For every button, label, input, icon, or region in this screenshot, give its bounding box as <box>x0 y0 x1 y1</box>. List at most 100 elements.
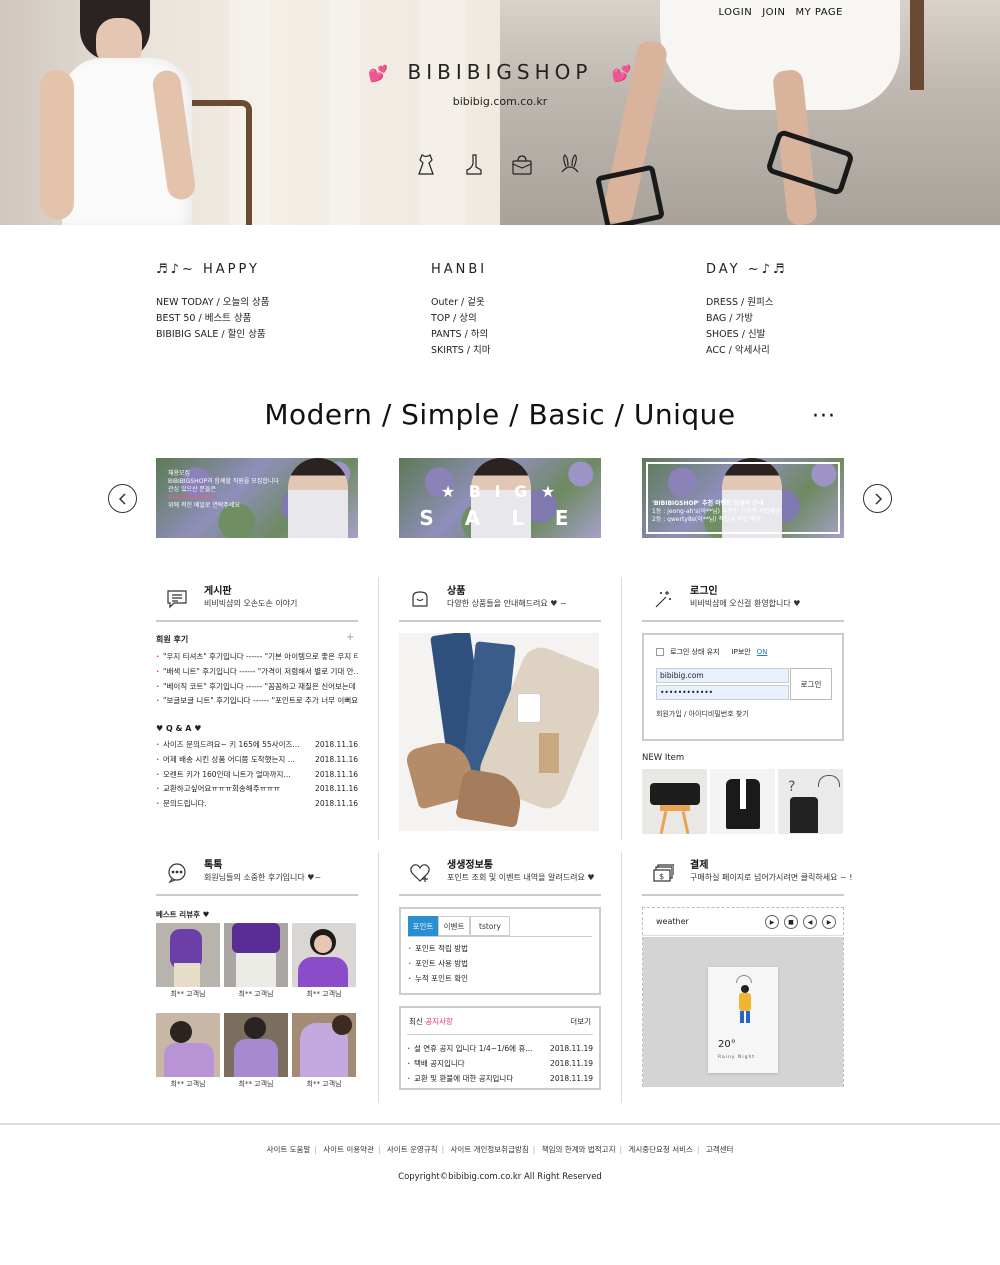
id-input[interactable]: bibibig.com <box>656 668 789 683</box>
payment-panel-header[interactable]: $ 결제 구매하실 페이지로 넘어가시려면 클릭하세요 ~ ! <box>642 852 852 898</box>
footer-link-takedown[interactable]: 게시중단요청 서비스 <box>628 1145 692 1154</box>
stop-icon[interactable]: ■ <box>784 915 798 929</box>
hero-category-icons <box>413 152 583 178</box>
notice-list: 설 연휴 공지 입니다 1/4~1/6에 휴...2018.11.19 택배 공… <box>407 1042 593 1087</box>
heel-shoe-icon[interactable] <box>461 152 487 178</box>
play-icon[interactable]: ▶ <box>765 915 779 929</box>
ip-security-label: IP보안 <box>731 648 751 656</box>
list-item[interactable]: 어제 배송 시킨 상품 어디쯤 도착했는지 ...2018.11.16 <box>156 752 358 768</box>
review-photo <box>156 1013 220 1077</box>
password-input[interactable]: •••••••••••• <box>656 685 789 700</box>
list-item[interactable]: 택배 공지입니다2018.11.19 <box>407 1056 593 1072</box>
join-link[interactable]: JOIN <box>762 7 785 18</box>
category-link-new-today[interactable]: NEW TODAY / 오늘의 상품 <box>156 295 356 311</box>
new-item-photo[interactable] <box>642 769 707 834</box>
mypage-link[interactable]: MY PAGE <box>795 7 843 18</box>
list-item[interactable]: "우지 티셔츠" 후기입니다 ------ "기본 아이템으로 좋은 우지 티셔… <box>156 650 358 665</box>
list-item[interactable]: "배색 니트" 후기입니다 ------ "가격이 저렴해서 별로 기대 안..… <box>156 665 358 680</box>
banner-next-button[interactable] <box>863 484 892 513</box>
divider <box>156 620 358 622</box>
banner-recruit[interactable]: 채용모집 BIBIBIGSHOP과 함께할 직원을 모집합니다 관심 있으신 분… <box>156 458 358 538</box>
banner-big-sale[interactable]: ★ B I G ★ S A L E <box>399 458 601 538</box>
hero-url: bibibig.com.co.kr <box>452 95 548 108</box>
list-item[interactable]: 오렌트 키가 160인데 니트가 얼마까지...2018.11.16 <box>156 767 358 783</box>
reviewer-name: 최** 고객님 <box>306 1080 342 1088</box>
category-link-top[interactable]: TOP / 상의 <box>431 311 631 327</box>
bag-icon[interactable] <box>509 152 535 178</box>
footer-link-terms[interactable]: 사이트 이용약관 <box>323 1145 374 1154</box>
review-card[interactable]: 최** 고객님 <box>224 1013 288 1089</box>
category-link-dress[interactable]: DRESS / 원피스 <box>706 295 906 311</box>
banner-text: 'BIBIBIGSHOP' 추천 이벤트 당첨자 안내 <box>652 500 764 507</box>
review-card[interactable]: 최** 고객님 <box>292 923 356 999</box>
list-item[interactable]: 누적 포인트 확인 <box>408 972 592 987</box>
category-link-best50[interactable]: BEST 50 / 베스트 상품 <box>156 311 356 327</box>
new-item-photo[interactable]: ? <box>778 769 843 834</box>
login-link[interactable]: LOGIN <box>718 7 752 18</box>
list-item[interactable]: 포인트 사용 방법 <box>408 957 592 972</box>
divider <box>408 936 592 937</box>
category-link-skirts[interactable]: SKIRTS / 치마 <box>431 343 631 359</box>
list-item[interactable]: "보글보글 니트" 후기입니다 ------ "포인트로 추가 너무 이뻐요 ㅠ… <box>156 694 358 709</box>
list-item[interactable]: 교환하고싶어요ㅠㅠㅠ회송해주ㅠㅠㅠ2018.11.16 <box>156 782 358 798</box>
tab-points[interactable]: 포인트 <box>408 916 438 936</box>
category-link-shoes[interactable]: SHOES / 신발 <box>706 327 906 343</box>
category-link-bag[interactable]: BAG / 가방 <box>706 311 906 327</box>
banner-prev-button[interactable] <box>108 484 137 513</box>
chat-bubble-icon <box>168 863 186 884</box>
footer-link-legal[interactable]: 책임의 한계와 법적고지 <box>542 1145 616 1154</box>
list-item[interactable]: 문의드립니다.2018.11.16 <box>156 797 358 812</box>
divider <box>378 578 379 840</box>
prev-icon[interactable]: ◀ <box>803 915 817 929</box>
category-link-sale[interactable]: BIBIBIG SALE / 할인 상품 <box>156 327 356 343</box>
join-find-links[interactable]: 회원가입 / 아이디비밀번호 찾기 <box>656 709 749 719</box>
qa-title[interactable]: ♥ Q & A ♥ <box>156 724 201 733</box>
banner-event[interactable]: 'BIBIBIGSHOP' 추천 이벤트 당첨자 안내 1등 : jeong-a… <box>642 458 844 538</box>
footer-link-rules[interactable]: 사이트 운영규칙 <box>387 1145 438 1154</box>
ip-security-toggle[interactable]: ON <box>757 648 768 656</box>
plus-icon[interactable]: + <box>346 632 354 643</box>
product-panel-header[interactable]: 상품 다양한 상품들을 안내해드려요 ♥ ~ <box>399 578 601 624</box>
bunny-ear-headband-icon[interactable] <box>557 152 583 178</box>
board-panel-header[interactable]: 게시판 비비빅샵의 오손도손 이야기 <box>156 578 358 624</box>
footer-link-privacy[interactable]: 사이트 개인정보취급방침 <box>451 1145 529 1154</box>
panel-subtitle: 비비빅샵에 오신걸 환영합니다 ♥ <box>690 599 801 608</box>
list-item[interactable]: 교환 및 환불에 대한 공지입니다2018.11.19 <box>407 1071 593 1087</box>
reviews-title[interactable]: 회원 후기 <box>156 634 188 645</box>
review-card[interactable]: 최** 고객님 <box>156 923 220 999</box>
tab-event[interactable]: 이벤트 <box>438 916 470 936</box>
next-icon[interactable]: ▶ <box>822 915 836 929</box>
review-card[interactable]: 최** 고객님 <box>156 1013 220 1089</box>
list-item[interactable]: "베이직 코트" 후기입니다 ------ "꼼꼼하고 재질은 신어보는데 대칭… <box>156 680 358 695</box>
tab-tstory[interactable]: tstory <box>470 916 510 936</box>
login-button[interactable]: 로그인 <box>790 668 832 700</box>
footer-link-support[interactable]: 고객센터 <box>706 1145 734 1154</box>
list-item[interactable]: 사이즈 문의드려요~ 키 165에 55사이즈...2018.11.16 <box>156 738 358 753</box>
hero-title[interactable]: 💕 BIBIBIGSHOP 💕 <box>0 60 1000 84</box>
review-card[interactable]: 최** 고객님 <box>224 923 288 999</box>
talk-panel-header[interactable]: 톡톡 회원님들의 소중한 후기입니다 ♥~ <box>156 852 358 898</box>
footer-link-help[interactable]: 사이트 도움말 <box>267 1145 311 1154</box>
notice-heading[interactable]: 최신 공지사항 <box>409 1016 453 1027</box>
hanger-bag-icon <box>412 591 428 607</box>
qa-list: 사이즈 문의드려요~ 키 165에 55사이즈...2018.11.16 어제 … <box>156 738 358 812</box>
new-item-photo[interactable] <box>710 769 775 834</box>
review-card[interactable]: 최** 고객님 <box>292 1013 356 1089</box>
review-photo <box>292 1013 356 1077</box>
banner-text: 2등 : qwerty8s(이**님) 적립금 적립 예정 <box>652 516 761 523</box>
product-photo[interactable] <box>399 633 599 831</box>
hero-photo-left <box>0 0 500 225</box>
notice-more-link[interactable]: 더보기 <box>570 1016 591 1027</box>
list-item[interactable]: 설 연휴 공지 입니다 1/4~1/6에 휴...2018.11.19 <box>407 1042 593 1057</box>
keep-login-checkbox[interactable] <box>656 648 664 656</box>
banner-text: 채용모집 <box>168 470 191 477</box>
message-board-icon <box>167 590 187 609</box>
more-icon[interactable]: ··· <box>812 404 836 429</box>
dress-icon[interactable] <box>413 152 439 178</box>
category-link-pants[interactable]: PANTS / 하의 <box>431 327 631 343</box>
info-panel-header[interactable]: 생생정보통 포인트 조회 및 이벤트 내역을 알려드려요 ♥ <box>399 852 601 898</box>
category-link-acc[interactable]: ACC / 악세사리 <box>706 343 906 359</box>
login-panel-header[interactable]: 로그인 비비빅샵에 오신걸 환영합니다 ♥ <box>642 578 844 624</box>
category-link-outer[interactable]: Outer / 겉옷 <box>431 295 631 311</box>
list-item[interactable]: 포인트 적립 방법 <box>408 942 592 957</box>
